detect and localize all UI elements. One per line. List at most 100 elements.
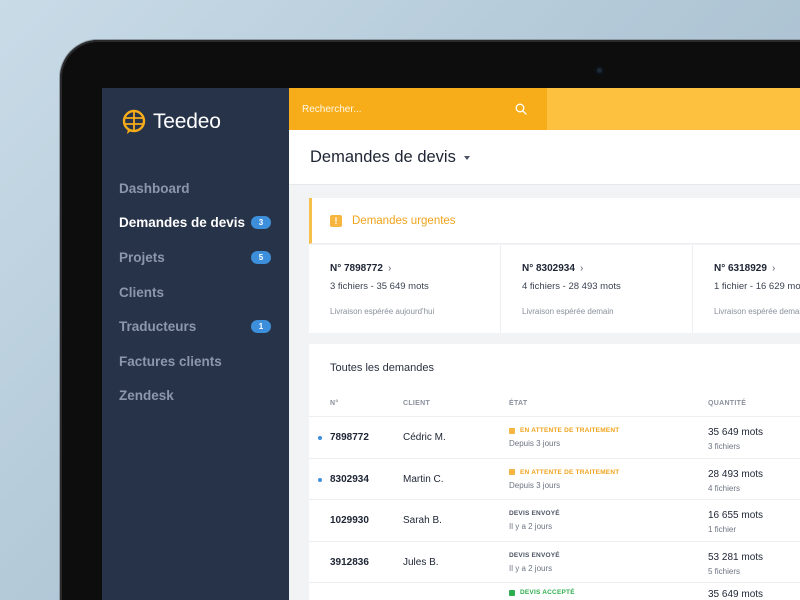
status-pending-icon (509, 469, 515, 475)
card-files: 1 fichier - 16 629 mots (714, 281, 800, 292)
app-screen: Teedeo Dashboard Demandes de devis 3 Pro… (102, 88, 800, 600)
row-number: 3912836 (330, 556, 369, 568)
count-badge: 3 (251, 216, 271, 230)
sidebar-item-label: Projets (119, 249, 165, 265)
quantity-words: 28 493 mots (708, 468, 764, 480)
row-quantity: 35 649 mots (708, 589, 763, 600)
sidebar-item-label: Demandes de devis (119, 215, 246, 231)
table-row[interactable]: DEVIS ACCEPTÉ 35 649 mots (309, 582, 800, 600)
row-quantity: 35 649 mots 3 fichiers (708, 427, 763, 451)
sidebar-item-label: Zendesk (119, 388, 174, 404)
row-status: DEVIS ENVOYÉ Il y a 2 jours (509, 552, 560, 573)
table-row[interactable]: 8302934 Martin C. EN ATTENTE DE TRAITEME… (309, 457, 800, 500)
column-header-quantity[interactable]: QUANTITÉ (708, 400, 746, 407)
status-label: EN ATTENTE DE TRAITEMENT (509, 427, 619, 434)
count-badge: 1 (251, 320, 271, 334)
sidebar-item-label: Factures clients (119, 353, 222, 369)
status-text: DEVIS ENVOYÉ (509, 510, 560, 517)
card-number-row: N° 8302934 › (522, 263, 692, 274)
sidebar-item-label: Dashboard (119, 180, 190, 196)
sidebar: Teedeo Dashboard Demandes de devis 3 Pro… (102, 88, 289, 600)
chevron-down-icon[interactable] (463, 156, 470, 160)
status-since: Il y a 2 jours (509, 522, 553, 531)
quantity-words: 16 655 mots (708, 510, 764, 521)
status-label: DEVIS ENVOYÉ (509, 552, 560, 559)
quantity-files: 3 fichiers (708, 442, 741, 451)
logo[interactable]: Teedeo (122, 109, 221, 135)
sidebar-item-clients[interactable]: Clients (102, 275, 289, 310)
status-accepted-icon (509, 589, 515, 596)
sidebar-item-traducteurs[interactable]: Traducteurs 1 (102, 309, 289, 344)
status-since: Depuis 3 jours (509, 439, 561, 448)
urgent-card[interactable]: N° 6318929 › 1 fichier - 16 629 mots Liv… (693, 245, 800, 333)
column-header-status[interactable]: ÉTAT (509, 400, 527, 407)
chevron-right-icon: › (387, 263, 392, 274)
status-text: DEVIS ACCEPTÉ (520, 589, 575, 596)
status-label: DEVIS ENVOYÉ (509, 510, 560, 517)
sidebar-item-projets[interactable]: Projets 5 (102, 240, 289, 275)
row-number: 7898772 (330, 432, 369, 443)
row-quantity: 16 655 mots 1 fichier (708, 510, 763, 534)
row-status: EN ATTENTE DE TRAITEMENT Depuis 3 jours (509, 427, 619, 448)
quantity-words: 35 649 mots (708, 589, 764, 600)
sidebar-nav: Dashboard Demandes de devis 3 Projets 5 … (102, 171, 289, 413)
unread-dot (318, 477, 322, 482)
card-number: N° 7898772 (330, 263, 383, 274)
unread-dot (318, 436, 322, 440)
quantity-files: 5 fichiers (708, 566, 741, 576)
row-client: Cédric M. (403, 432, 446, 443)
search-bar (289, 88, 547, 130)
column-header-client[interactable]: CLIENT (403, 400, 430, 407)
row-number: 1029930 (330, 515, 369, 526)
table-title: Toutes les demandes (330, 362, 434, 374)
table-row[interactable]: 7898772 Cédric M. EN ATTENTE DE TRAITEME… (309, 416, 800, 458)
urgent-header: ! Demandes urgentes (309, 198, 800, 244)
chevron-right-icon: › (579, 263, 584, 274)
status-pending-icon (509, 427, 515, 434)
camera-dot (595, 66, 604, 75)
status-text: DEVIS ENVOYÉ (509, 551, 560, 559)
table-row[interactable]: 3912836 Jules B. DEVIS ENVOYÉ Il y a 2 j… (309, 540, 800, 583)
sidebar-item-label: Clients (119, 284, 165, 300)
row-quantity: 53 281 mots 5 fichiers (708, 552, 763, 576)
sidebar-item-dashboard[interactable]: Dashboard (102, 171, 289, 206)
column-header-number[interactable]: N° (330, 400, 338, 407)
card-number: N° 6318929 (714, 263, 767, 274)
row-client: Sarah B. (403, 515, 442, 526)
sidebar-item-zendesk[interactable]: Zendesk (102, 379, 289, 414)
logo-text: Teedeo (153, 110, 221, 133)
urgent-card[interactable]: N° 7898772 › 3 fichiers - 35 649 mots Li… (309, 245, 501, 333)
page-header: Demandes de devis (289, 130, 800, 185)
search-input[interactable] (302, 103, 482, 115)
chevron-right-icon: › (771, 263, 776, 274)
row-status: EN ATTENTE DE TRAITEMENT Depuis 3 jours (509, 469, 619, 490)
urgent-card[interactable]: N° 8302934 › 4 fichiers - 28 493 mots Li… (501, 245, 693, 333)
urgent-title: Demandes urgentes (352, 214, 456, 227)
requests-table: Toutes les demandes N° CLIENT ÉTAT QUANT… (309, 344, 800, 600)
card-files: 3 fichiers - 35 649 mots (330, 281, 429, 292)
topbar (547, 88, 800, 130)
card-number-row: N° 7898772 › (330, 263, 500, 274)
sidebar-item-factures-clients[interactable]: Factures clients (102, 344, 289, 379)
status-text: EN ATTENTE DE TRAITEMENT (520, 468, 620, 476)
quantity-files: 1 fichier (708, 525, 737, 534)
row-quantity: 28 493 mots 4 fichiers (708, 469, 763, 493)
status-since: Il y a 2 jours (509, 563, 553, 573)
card-number-row: N° 6318929 › (714, 263, 800, 274)
card-delivery: Livraison espérée demain (714, 307, 800, 316)
row-status: DEVIS ACCEPTÉ (509, 589, 575, 596)
search-icon[interactable] (515, 103, 527, 115)
status-label: DEVIS ACCEPTÉ (509, 589, 575, 596)
quantity-words: 53 281 mots (708, 551, 764, 563)
status-text: EN ATTENTE DE TRAITEMENT (520, 427, 620, 434)
row-client: Martin C. (403, 473, 444, 485)
quantity-words: 35 649 mots (708, 427, 764, 438)
warning-icon: ! (330, 214, 342, 227)
card-number: N° 8302934 (522, 263, 575, 274)
card-delivery: Livraison espérée demain (522, 307, 614, 316)
row-client: Jules B. (403, 556, 439, 568)
table-row[interactable]: 1029930 Sarah B. DEVIS ENVOYÉ Il y a 2 j… (309, 499, 800, 541)
urgent-cards: N° 7898772 › 3 fichiers - 35 649 mots Li… (309, 245, 800, 333)
sidebar-item-demandes-de-devis[interactable]: Demandes de devis 3 (102, 206, 289, 241)
card-delivery: Livraison espérée aujourd'hui (330, 307, 435, 316)
